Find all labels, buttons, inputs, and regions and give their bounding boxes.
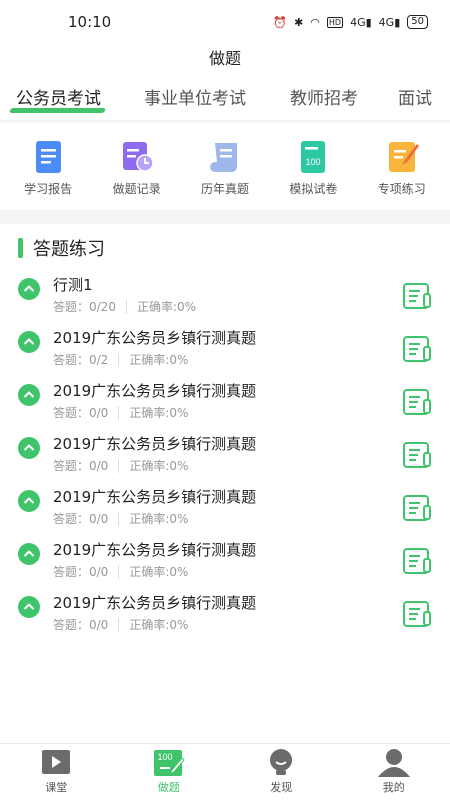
chevron-up-icon[interactable] — [18, 543, 40, 565]
practice-record-icon — [122, 141, 154, 172]
signal-icon-2: 4G▮ — [378, 15, 401, 29]
category-practice-record[interactable]: 做题记录 — [97, 138, 177, 197]
item-stats: 答题：0/0 正确率:0% — [53, 511, 189, 526]
list-item[interactable]: 2019广东公务员乡镇行测真题 答题：0/0 正确率:0% — [0, 537, 450, 590]
category-study-report[interactable]: 学习报告 — [8, 138, 88, 197]
item-title: 行测1 — [53, 276, 93, 294]
wifi-icon: ◠ — [310, 15, 320, 29]
item-stats: 答题：0/0 正确率:0% — [53, 405, 189, 420]
status-time: 10:10 — [68, 13, 112, 31]
tab-public-institution[interactable]: 事业单位考试 — [144, 84, 246, 109]
category-grid: 学习报告 做题记录 历年真题 100 模拟试卷 专项练习 — [0, 124, 450, 210]
exam-tabs: 公务员考试 事业单位考试 教师招考 面试 — [0, 74, 450, 120]
item-title: 2019广东公务员乡镇行测真题 — [53, 435, 257, 453]
section-header: 答题练习 — [0, 224, 450, 272]
category-past-papers[interactable]: 历年真题 — [185, 138, 265, 197]
list-item[interactable]: 2019广东公务员乡镇行测真题 答题：0/2 正确率:0% — [0, 325, 450, 378]
past-papers-icon — [209, 142, 237, 172]
tab-civil-service[interactable]: 公务员考试 — [9, 84, 106, 113]
page-title: 做题 — [208, 49, 241, 68]
chevron-up-icon[interactable] — [18, 278, 40, 300]
item-stats: 答题：0/0 正确率:0% — [53, 458, 189, 473]
section-accent-bar — [18, 238, 23, 258]
section-separator — [0, 210, 450, 224]
video-play-icon — [42, 750, 71, 774]
item-title: 2019广东公务员乡镇行测真题 — [53, 488, 257, 506]
notebook-icon[interactable] — [402, 282, 434, 310]
list-item[interactable]: 2019广东公务员乡镇行测真题 答题：0/0 正确率:0% — [0, 484, 450, 537]
bottom-nav: 课堂 100 做题 发现 我的 — [0, 743, 450, 800]
notebook-icon[interactable] — [402, 388, 434, 416]
category-label: 学习报告 — [24, 181, 73, 196]
status-bar: 10:10 ⏰ ✱ ◠ HD 4G▮ 4G▮ 50 — [0, 0, 450, 44]
hd-icon: HD — [326, 16, 344, 28]
category-label: 做题记录 — [112, 181, 161, 196]
practice-list: 行测1 答题：0/20 正确率:0% 2019广东公务员乡镇行测真题 答题：0/2… — [0, 272, 450, 643]
svg-text:100: 100 — [157, 752, 172, 762]
list-item[interactable]: 2019广东公务员乡镇行测真题 答题：0/0 正确率:0% — [0, 590, 450, 643]
chevron-up-icon[interactable] — [18, 331, 40, 353]
status-icons: ⏰ ✱ ◠ HD 4G▮ 4G▮ 50 — [273, 15, 428, 29]
nav-practice[interactable]: 100 做题 — [113, 744, 226, 800]
item-title: 2019广东公务员乡镇行测真题 — [53, 541, 257, 559]
bluetooth-icon: ✱ — [294, 15, 304, 29]
notebook-icon[interactable] — [402, 600, 434, 628]
signal-icon-1: 4G▮ — [350, 15, 372, 29]
tab-interview[interactable]: 面试 — [398, 84, 432, 109]
nav-label: 发现 — [270, 781, 293, 794]
active-tab-underline — [9, 108, 106, 113]
nav-label: 我的 — [382, 781, 405, 794]
list-item[interactable]: 2019广东公务员乡镇行测真题 答题：0/0 正确率:0% — [0, 378, 450, 431]
lightbulb-icon — [270, 749, 293, 775]
tab-teacher-recruitment[interactable]: 教师招考 — [290, 84, 358, 109]
item-stats: 答题：0/20 正确率:0% — [53, 299, 197, 314]
list-item[interactable]: 行测1 答题：0/20 正确率:0% — [0, 272, 450, 325]
nav-mine[interactable]: 我的 — [338, 744, 450, 800]
nav-label: 做题 — [157, 781, 180, 794]
exam-paper-icon: 100 — [153, 750, 185, 776]
item-title: 2019广东公务员乡镇行测真题 — [53, 382, 257, 400]
notebook-icon[interactable] — [402, 441, 434, 469]
study-report-icon — [36, 140, 62, 173]
section-title: 答题练习 — [33, 239, 105, 260]
notebook-icon[interactable] — [402, 335, 434, 363]
notebook-icon[interactable] — [402, 547, 434, 575]
category-mock-exam[interactable]: 100 模拟试卷 — [273, 138, 353, 197]
category-label: 模拟试卷 — [289, 181, 338, 196]
item-stats: 答题：0/2 正确率:0% — [53, 352, 189, 367]
chevron-up-icon[interactable] — [18, 490, 40, 512]
item-title: 2019广东公务员乡镇行测真题 — [53, 594, 257, 612]
nav-discover[interactable]: 发现 — [225, 744, 338, 800]
nav-label: 课堂 — [45, 781, 68, 794]
category-label: 专项练习 — [377, 181, 426, 196]
chevron-up-icon[interactable] — [18, 437, 40, 459]
list-item[interactable]: 2019广东公务员乡镇行测真题 答题：0/0 正确率:0% — [0, 431, 450, 484]
special-practice-icon — [388, 141, 419, 172]
chevron-up-icon[interactable] — [18, 596, 40, 618]
battery-icon: 50 — [407, 15, 428, 29]
user-icon — [377, 749, 410, 777]
notebook-icon[interactable] — [402, 494, 434, 522]
svg-text:100: 100 — [306, 157, 321, 167]
alarm-icon: ⏰ — [273, 15, 288, 29]
category-label: 历年真题 — [200, 181, 249, 196]
nav-classroom[interactable]: 课堂 — [0, 744, 113, 800]
item-title: 2019广东公务员乡镇行测真题 — [53, 329, 257, 347]
category-special-practice[interactable]: 专项练习 — [362, 138, 442, 197]
item-stats: 答题：0/0 正确率:0% — [53, 564, 189, 579]
chevron-up-icon[interactable] — [18, 384, 40, 406]
item-stats: 答题：0/0 正确率:0% — [53, 617, 189, 632]
mock-exam-icon: 100 — [301, 140, 326, 173]
